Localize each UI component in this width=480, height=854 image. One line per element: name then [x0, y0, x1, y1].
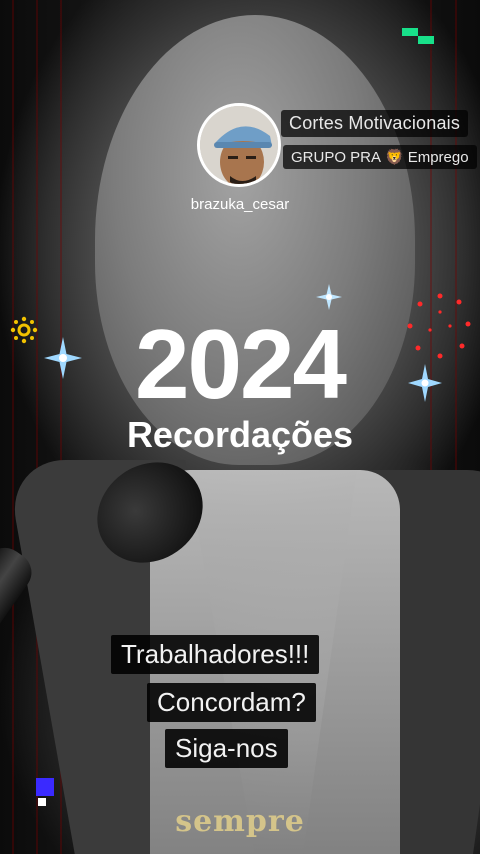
channel-group-tag: GRUPO PRA 🦁 Emprego — [283, 145, 477, 169]
caption-line-1: Trabalhadores!!! — [111, 635, 320, 674]
headline-subtitle: Recordações — [126, 414, 354, 455]
profile-avatar[interactable] — [197, 103, 281, 187]
caption-line-2: Concordam? — [147, 683, 316, 722]
sparkle-icon — [316, 284, 342, 310]
group-label: GRUPO PRA — [291, 148, 382, 166]
lion-emoji-icon: 🦁 — [385, 149, 404, 166]
video-frame: brazuka_cesar Cortes Motivacionais GRUPO… — [0, 0, 480, 854]
subtitle-word: sempre — [175, 804, 305, 839]
pixel-decoration-icon — [402, 28, 434, 44]
caption-line-3: Siga-nos — [165, 729, 288, 768]
headline-year: 2024 — [134, 309, 347, 419]
channel-name-tag: Cortes Motivacionais — [281, 110, 469, 137]
group-label-suffix: Emprego — [407, 148, 469, 166]
profile-username[interactable]: brazuka_cesar — [160, 196, 320, 213]
